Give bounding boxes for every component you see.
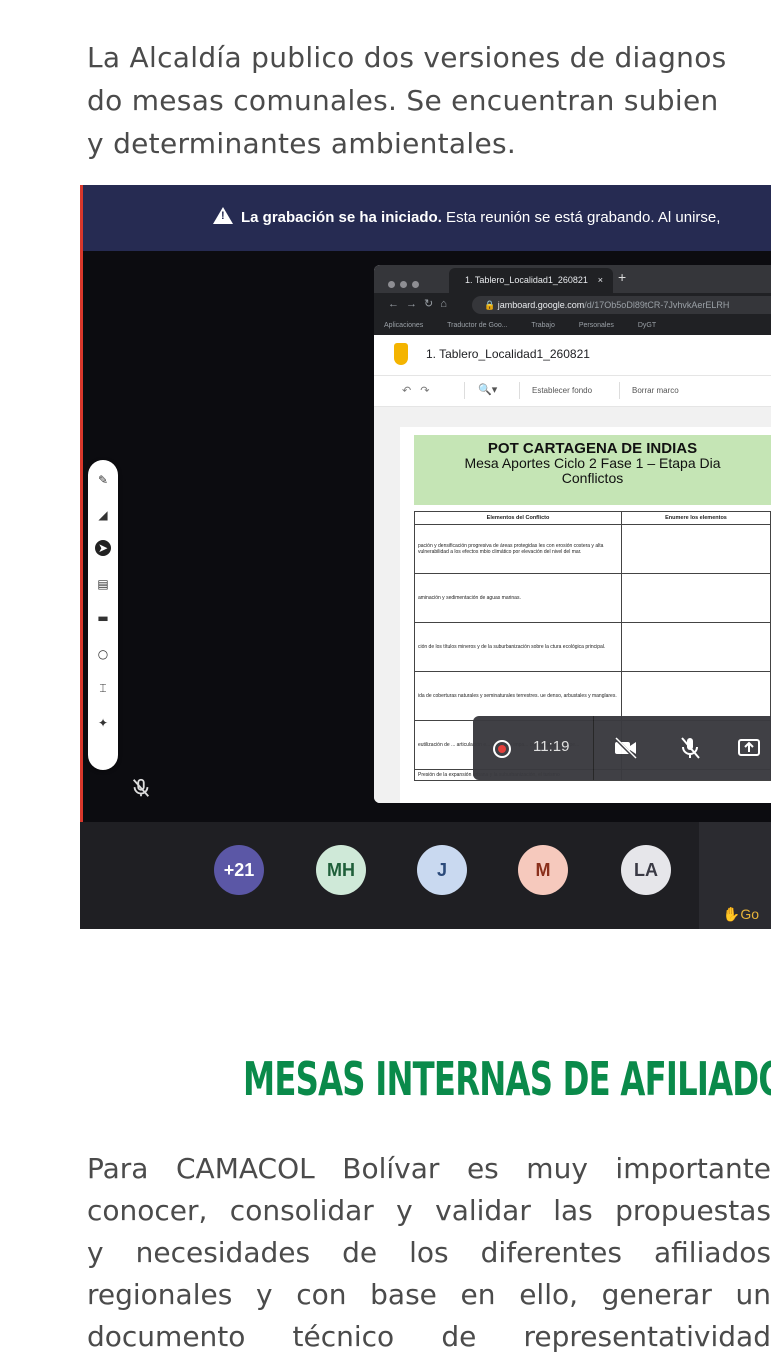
shape-icon[interactable]: ○: [95, 646, 111, 662]
col-header-enumerate: Enumere los elementos: [621, 511, 771, 525]
laser-icon[interactable]: ✦: [95, 715, 111, 731]
undo-redo-icon[interactable]: ↶↷: [402, 384, 438, 397]
intro-paragraph: La Alcaldía publico dos versiones de dia…: [87, 36, 771, 165]
board-name[interactable]: 1. Tablero_Localidad1_260821: [426, 347, 590, 361]
jamboard-toolbar: ↶↷ 🔍▾ Establecer fondo Borrar marco: [374, 376, 771, 407]
window-controls[interactable]: [388, 275, 424, 293]
muted-mic-icon: [132, 778, 150, 797]
participant-avatar[interactable]: MH: [316, 845, 366, 895]
browser-tab[interactable]: 1. Tablero_Localidad1_260821 ×: [449, 268, 613, 293]
board-subtitle: Mesa Aportes Ciclo 2 Fase 1 – Etapa Dia: [464, 455, 721, 471]
bookmark-item[interactable]: Traductor de Goo...: [447, 322, 507, 329]
section-line-2: conocer, consolidar y validar las propue…: [87, 1194, 771, 1227]
text-box-icon[interactable]: ⌶: [95, 680, 111, 696]
recording-banner: La grabación se ha iniciado. Esta reunió…: [83, 185, 771, 251]
jamboard-header: 1. Tablero_Localidad1_260821: [374, 335, 771, 376]
pen-icon[interactable]: ✎: [95, 472, 111, 488]
clear-frame-button[interactable]: Borrar marco: [632, 386, 679, 395]
table-row: aminación y sedimentación de aguas marin…: [414, 573, 622, 623]
section-line-1: Para CAMACOL Bolívar es muy importante: [87, 1152, 771, 1185]
record-icon[interactable]: [493, 740, 511, 758]
table-row: pación y densificación progresiva de áre…: [414, 524, 622, 574]
bookmarks-bar: Aplicaciones Traductor de Goo... Trabajo…: [374, 317, 771, 335]
zoom-icon[interactable]: 🔍▾: [478, 383, 497, 396]
mic-off-icon[interactable]: [677, 736, 703, 760]
bookmark-item[interactable]: Personales: [579, 322, 614, 329]
jamboard-logo-icon: [394, 343, 408, 365]
participant-avatar[interactable]: LA: [621, 845, 671, 895]
call-controls: 11:19: [473, 716, 771, 780]
bookmark-item[interactable]: Aplicaciones: [384, 322, 423, 329]
browser-tab-bar: 1. Tablero_Localidad1_260821 × +: [374, 265, 771, 293]
call-timer: 11:19: [533, 738, 570, 755]
address-bar[interactable]: 🔒 jamboard.google.com/d/17Ob5oDl89tCR-7J…: [472, 296, 771, 314]
jamboard-tool-palette: ✎ ◢ ➤ ▤ ▬ ○ ⌶ ✦: [88, 460, 118, 770]
section-line-4: regionales y con base en ello, generar u…: [87, 1278, 771, 1311]
participant-avatar-more[interactable]: +21: [214, 845, 264, 895]
participant-avatar[interactable]: M: [518, 845, 568, 895]
meeting-screenshot: La grabación se ha iniciado. Esta reunió…: [80, 185, 771, 929]
raise-hand-label: Go: [740, 906, 759, 922]
image-icon[interactable]: ▬: [95, 610, 111, 626]
board-title: POT CARTAGENA DE INDIAS: [487, 440, 698, 457]
intro-line-3: y determinantes ambientales.: [87, 127, 517, 160]
table-row: ida de coberturas naturales y seminatura…: [414, 671, 622, 721]
tab-close-icon[interactable]: ×: [598, 268, 603, 293]
meeting-left-accent: [80, 185, 83, 929]
recording-banner-bold: La grabación se ha iniciado.: [241, 209, 442, 226]
section-line-5: documento técnico de representatividad: [87, 1320, 771, 1353]
bookmark-item[interactable]: DyGT: [638, 322, 656, 329]
board-subtitle-2: Conflictos: [561, 470, 624, 486]
board-header: POT CARTAGENA DE INDIAS Mesa Aportes Cic…: [414, 435, 771, 505]
section-heading: MESAS INTERNAS DE AFILIADO: [243, 1052, 771, 1106]
select-icon[interactable]: ➤: [95, 540, 111, 556]
table-row: ción de los títulos mineros y de la subu…: [414, 622, 622, 672]
participant-avatar[interactable]: J: [417, 845, 467, 895]
eraser-icon[interactable]: ◢: [95, 507, 111, 523]
url-path: /d/17Ob5oDl89tCR-7JvhvkAerELRH: [584, 300, 730, 310]
section-paragraph: Para CAMACOL Bolívar es muy importante c…: [87, 1148, 771, 1358]
intro-line-1: La Alcaldía publico dos versiones de dia…: [87, 41, 727, 74]
col-header-elements: Elementos del Conflicto: [414, 511, 622, 525]
bookmark-item[interactable]: Trabajo: [531, 322, 554, 329]
warning-icon: [213, 207, 233, 224]
new-tab-icon[interactable]: +: [618, 269, 626, 285]
tab-title: 1. Tablero_Localidad1_260821: [465, 275, 588, 285]
url-host: jamboard.google.com: [497, 300, 585, 310]
camera-off-icon[interactable]: [613, 736, 639, 760]
intro-line-2: do mesas comunales. Se encuentran subien: [87, 84, 719, 117]
nav-arrows-icon[interactable]: ←→↻⌂: [388, 297, 454, 310]
recording-banner-text: Esta reunión se está grabando. Al unirse…: [441, 209, 721, 226]
browser-toolbar: ←→↻⌂ 🔒 jamboard.google.com/d/17Ob5oDl89t…: [374, 293, 771, 317]
set-background-button[interactable]: Establecer fondo: [532, 386, 592, 395]
section-line-3: y necesidades de los diferentes afiliado…: [87, 1236, 771, 1269]
sticky-note-icon[interactable]: ▤: [95, 576, 111, 592]
raise-hand-icon[interactable]: ✋Go: [723, 906, 759, 923]
share-screen-icon[interactable]: [736, 736, 762, 760]
